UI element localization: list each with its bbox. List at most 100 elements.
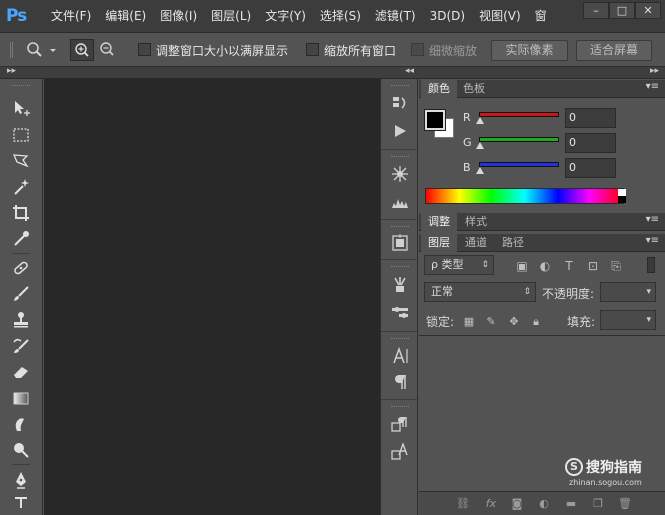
lock-image-pixels-icon[interactable]: ✎ xyxy=(484,315,498,329)
lasso-tool-icon[interactable] xyxy=(8,150,34,172)
maximize-button[interactable]: □ xyxy=(609,2,635,19)
resize-windows-checkbox[interactable] xyxy=(138,43,151,56)
brush-presets-icon[interactable] xyxy=(390,164,410,184)
minimize-button[interactable]: – xyxy=(583,2,609,19)
expand-tools-icon[interactable]: ▸▸ xyxy=(7,66,16,76)
pen-tool-icon[interactable] xyxy=(8,469,34,491)
tab-adjustments[interactable]: 调整 xyxy=(421,213,457,231)
blue-slider-thumb[interactable] xyxy=(476,167,484,174)
blue-value-input[interactable]: 0 xyxy=(565,158,616,178)
marquee-tool-icon[interactable] xyxy=(8,124,34,146)
smudge-tool-icon[interactable] xyxy=(8,413,34,435)
green-slider-thumb[interactable] xyxy=(476,142,484,149)
type-layer-filter-icon[interactable]: T xyxy=(562,259,576,273)
layer-filter-select[interactable]: ρ 类型 ⇕ xyxy=(424,255,494,275)
panel-menu-icon[interactable]: ▾≡ xyxy=(646,235,659,246)
fit-screen-button[interactable]: 适合屏幕 xyxy=(576,40,652,61)
tab-styles[interactable]: 样式 xyxy=(458,213,494,231)
zoom-all-windows-checkbox[interactable] xyxy=(306,43,319,56)
tab-swatches[interactable]: 色板 xyxy=(456,80,492,98)
opacity-input[interactable]: ▾ xyxy=(600,282,656,302)
panel-menu-icon[interactable]: ▾≡ xyxy=(646,81,659,92)
shape-layer-filter-icon[interactable]: ⊡ xyxy=(586,259,600,273)
menu-3d[interactable]: 3D(D) xyxy=(423,0,472,33)
panel-menu-icon[interactable]: ▾≡ xyxy=(646,214,659,225)
green-channel-slider[interactable] xyxy=(479,137,559,142)
blue-channel-slider[interactable] xyxy=(479,162,559,167)
red-slider-thumb[interactable] xyxy=(476,117,484,124)
new-layer-icon[interactable]: ❐ xyxy=(591,497,605,511)
info-icon[interactable] xyxy=(390,233,410,253)
history-brush-tool-icon[interactable] xyxy=(8,335,34,357)
adjustment-layer-filter-icon[interactable]: ◐ xyxy=(538,259,552,273)
layer-style-fx-icon[interactable]: fx xyxy=(484,497,498,511)
menu-image[interactable]: 图像(I) xyxy=(153,0,204,33)
lock-position-icon[interactable]: ✥ xyxy=(507,315,521,329)
fill-input[interactable]: ▾ xyxy=(600,310,656,330)
chevron-updown-icon: ⇕ xyxy=(523,287,531,297)
lock-all-icon[interactable]: 🔒︎ xyxy=(529,315,543,329)
tab-layers[interactable]: 图层 xyxy=(421,234,457,252)
color-spectrum-bar[interactable] xyxy=(425,188,624,204)
clone-stamp-tool-icon[interactable] xyxy=(8,309,34,331)
dodge-tool-icon[interactable] xyxy=(8,439,34,461)
lock-transparent-pixels-icon[interactable]: ▦ xyxy=(462,315,476,329)
crop-tool-icon[interactable] xyxy=(8,202,34,224)
character-styles-icon[interactable] xyxy=(390,442,410,462)
paragraph-styles-icon[interactable] xyxy=(390,414,410,434)
brush-panel-icon[interactable] xyxy=(390,192,410,212)
move-tool-icon[interactable] xyxy=(8,97,34,119)
close-button[interactable]: ✕ xyxy=(635,2,661,19)
menu-type[interactable]: 文字(Y) xyxy=(258,0,313,33)
menu-window[interactable]: 窗 xyxy=(528,0,554,33)
magic-wand-tool-icon[interactable] xyxy=(8,176,34,198)
menu-select[interactable]: 选择(S) xyxy=(313,0,368,33)
tool-separator xyxy=(12,253,30,254)
eyedropper-tool-icon[interactable] xyxy=(8,228,34,250)
add-mask-icon[interactable]: ◙ xyxy=(510,497,524,511)
collapse-panels-icon[interactable]: ▸▸ xyxy=(650,66,659,76)
tool-presets-icon[interactable] xyxy=(390,275,410,295)
tab-color[interactable]: 颜色 xyxy=(421,80,457,98)
new-group-folder-icon[interactable]: ▬ xyxy=(564,497,578,511)
brush-tool-icon[interactable] xyxy=(8,283,34,305)
paragraph-panel-icon[interactable] xyxy=(390,372,410,392)
red-value-input[interactable]: 0 xyxy=(565,108,616,128)
zoom-tool-preset-icon[interactable] xyxy=(26,41,58,62)
layer-filter-label: ρ 类型 xyxy=(431,258,464,271)
pixel-layer-filter-icon[interactable]: ▣ xyxy=(515,259,529,273)
red-channel-slider[interactable] xyxy=(479,112,559,117)
scrubby-zoom-checkbox[interactable] xyxy=(411,43,424,56)
menu-view[interactable]: 视图(V) xyxy=(472,0,528,33)
chevron-updown-icon: ⇕ xyxy=(481,260,489,270)
filter-toggle-switch[interactable] xyxy=(647,257,655,273)
character-panel-icon[interactable] xyxy=(390,346,410,366)
actions-play-icon[interactable] xyxy=(390,121,410,141)
tab-channels[interactable]: 通道 xyxy=(458,234,494,252)
green-value-input[interactable]: 0 xyxy=(565,133,616,153)
zoom-in-icon xyxy=(75,43,89,57)
blend-mode-select[interactable]: 正常 ⇕ xyxy=(424,282,536,302)
menu-file[interactable]: 文件(F) xyxy=(44,0,98,33)
document-canvas-area[interactable] xyxy=(44,79,380,515)
zoom-out-mode-button[interactable] xyxy=(96,39,120,61)
black-white-swatch[interactable] xyxy=(618,189,626,203)
menu-filter[interactable]: 滤镜(T) xyxy=(368,0,423,33)
foreground-color-swatch[interactable] xyxy=(424,109,446,131)
type-tool-icon[interactable] xyxy=(8,493,34,515)
clone-source-icon[interactable] xyxy=(390,302,410,322)
new-adjustment-layer-icon[interactable]: ◐ xyxy=(537,497,551,511)
healing-brush-tool-icon[interactable] xyxy=(8,257,34,279)
history-icon[interactable] xyxy=(390,93,410,113)
tab-paths[interactable]: 路径 xyxy=(495,234,531,252)
link-layers-icon[interactable]: ⛓ xyxy=(456,497,470,511)
menu-edit[interactable]: 编辑(E) xyxy=(98,0,153,33)
menu-layer[interactable]: 图层(L) xyxy=(204,0,258,33)
delete-layer-trash-icon[interactable]: 🗑︎ xyxy=(618,497,632,511)
collapse-dock-icon[interactable]: ◂◂ xyxy=(405,66,414,76)
smart-object-filter-icon[interactable]: ⎘ xyxy=(609,259,623,273)
gradient-tool-icon[interactable] xyxy=(8,387,34,409)
zoom-in-mode-button[interactable] xyxy=(70,39,94,61)
actual-pixels-button[interactable]: 实际像素 xyxy=(491,40,568,61)
eraser-tool-icon[interactable] xyxy=(8,361,34,383)
